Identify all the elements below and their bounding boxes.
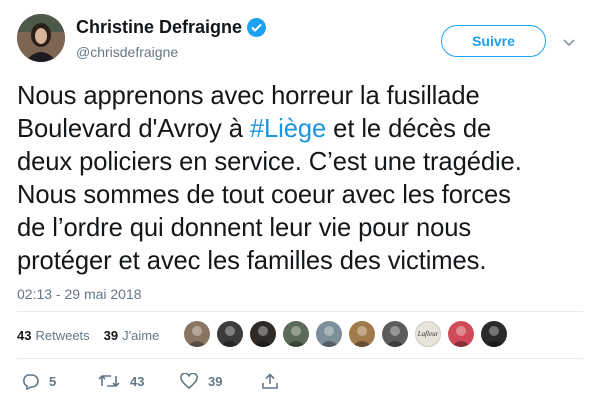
likes-stat[interactable]: 39 J'aime — [104, 328, 160, 343]
tweet-line: Nous sommes de tout coeur avec les force… — [17, 181, 511, 209]
verified-badge-icon — [247, 18, 267, 37]
follow-button[interactable]: Suivre — [441, 25, 546, 57]
divider — [17, 311, 583, 312]
retweet-button[interactable]: 43 — [98, 373, 144, 389]
tweet-line: Nous apprenons avec horreur la fusillade — [17, 82, 480, 110]
liker-avatar[interactable] — [481, 321, 507, 347]
author-display-name[interactable]: Christine Defraigne — [76, 17, 242, 38]
author-handle[interactable]: @chrisdefraigne — [76, 44, 178, 60]
tweet-line: deux policiers en service. C’est une tra… — [17, 148, 522, 176]
reply-count: 5 — [49, 374, 57, 389]
liker-avatar[interactable] — [217, 321, 243, 347]
liker-avatar[interactable] — [316, 321, 342, 347]
liker-avatar[interactable] — [184, 321, 210, 347]
reply-icon — [23, 374, 39, 390]
retweet-count: 43 — [130, 373, 145, 389]
tweet-actions: 5 43 39 — [17, 373, 317, 393]
tweet-text: Nous apprenons avec horreur la fusillade… — [17, 80, 587, 278]
divider — [17, 358, 583, 359]
tweet-stats: 43 Retweets 39 J'aime — [17, 328, 173, 343]
chevron-down-icon[interactable] — [563, 34, 575, 52]
share-button[interactable] — [261, 373, 279, 390]
liker-avatar[interactable]: Lafleur — [415, 321, 441, 347]
tweet-timestamp[interactable]: 02:13 - 29 mai 2018 — [17, 286, 142, 302]
liker-avatars: Lafleur — [184, 321, 514, 347]
retweet-icon — [98, 374, 120, 388]
author-name-row: Christine Defraigne — [76, 17, 267, 38]
author-avatar[interactable] — [17, 14, 65, 62]
liker-avatar[interactable] — [349, 321, 375, 347]
like-icon — [180, 373, 198, 389]
hashtag-link[interactable]: #Liège — [250, 115, 326, 143]
share-icon — [262, 373, 278, 389]
avatar-photo — [17, 14, 65, 62]
liker-avatar[interactable] — [283, 321, 309, 347]
liker-avatar-text: Lafleur — [417, 330, 439, 338]
retweets-stat[interactable]: 43 Retweets — [17, 328, 90, 343]
reply-button[interactable]: 5 — [21, 373, 56, 390]
liker-avatar[interactable] — [382, 321, 408, 347]
tweet-line: de l’ordre qui donnent leur vie pour nou… — [17, 214, 472, 242]
liker-avatar[interactable] — [448, 321, 474, 347]
like-button[interactable]: 39 — [180, 373, 222, 389]
liker-avatar[interactable] — [250, 321, 276, 347]
tweet-line: protéger et avec les familles des victim… — [17, 247, 487, 275]
like-count: 39 — [208, 373, 223, 389]
tweet-line: Boulevard d'Avroy à #Liège et le décès d… — [17, 115, 492, 143]
